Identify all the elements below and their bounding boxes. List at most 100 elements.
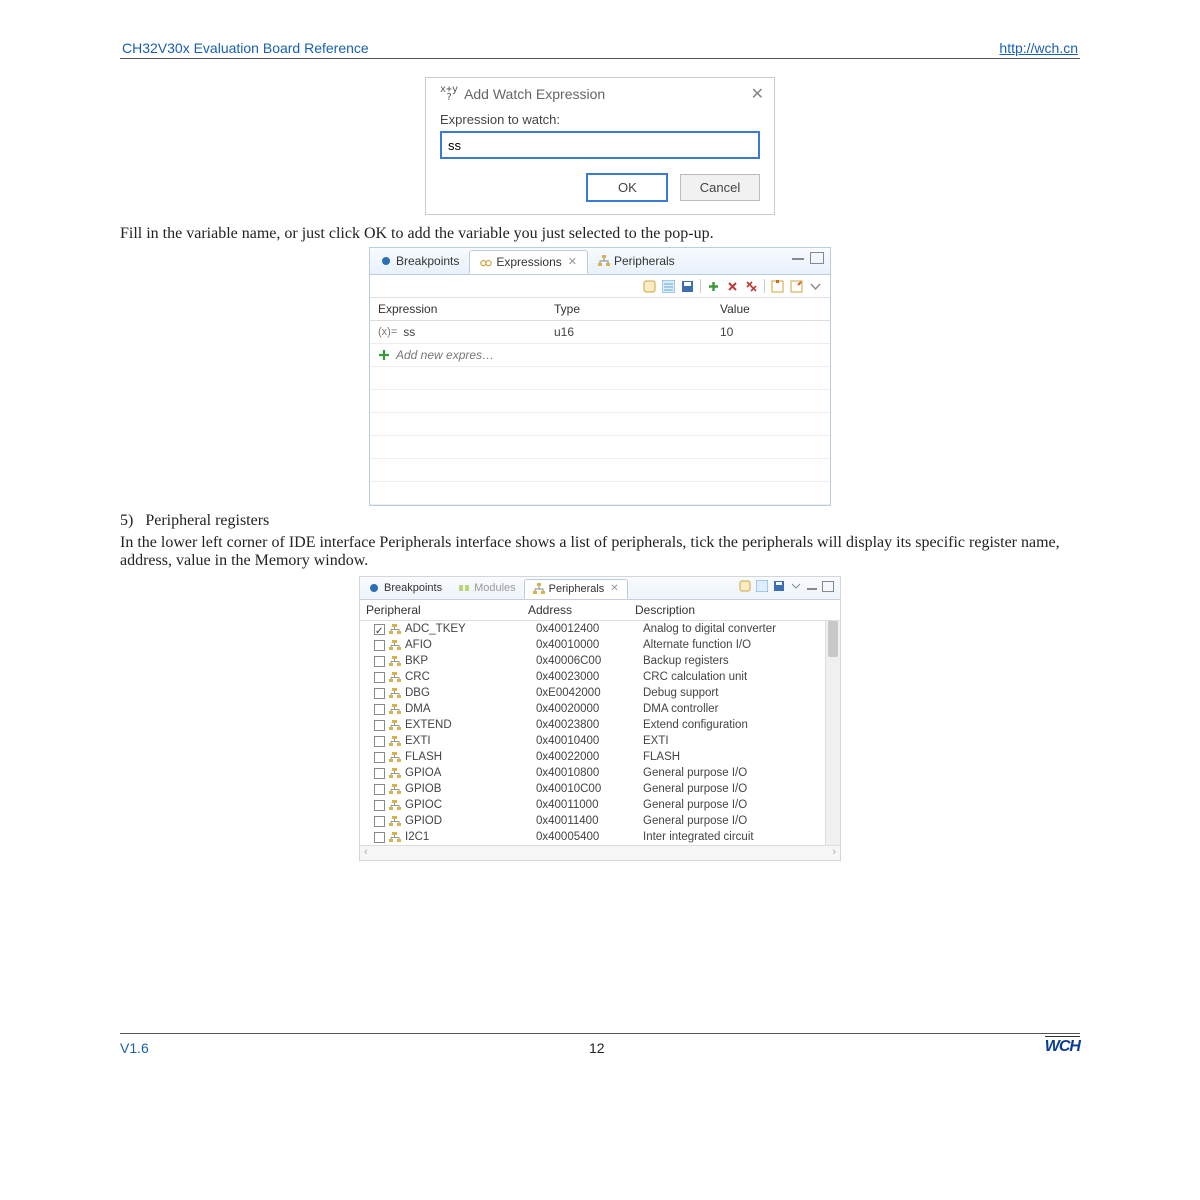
minimize-icon[interactable] bbox=[792, 252, 804, 260]
peripherals-columns: Peripheral Address Description bbox=[360, 600, 840, 621]
peripheral-description: Backup registers bbox=[637, 653, 840, 669]
tree-node-icon bbox=[389, 704, 401, 714]
peripheral-description: CRC calculation unit bbox=[637, 669, 840, 685]
peripheral-row[interactable]: GPIOA0x40010800General purpose I/O bbox=[360, 765, 840, 781]
maximize-icon[interactable] bbox=[810, 252, 824, 264]
save-icon[interactable] bbox=[681, 280, 694, 293]
peripheral-row[interactable]: GPIOD0x40011400General purpose I/O bbox=[360, 813, 840, 829]
peripheral-description: Analog to digital converter bbox=[637, 621, 840, 637]
checkbox[interactable] bbox=[374, 800, 385, 811]
peripheral-row[interactable]: AFIO0x40010000Alternate function I/O bbox=[360, 637, 840, 653]
breakpoints-icon bbox=[380, 255, 392, 267]
checkbox[interactable] bbox=[374, 640, 385, 651]
tab-breakpoints[interactable]: Breakpoints bbox=[370, 250, 469, 272]
checkbox[interactable] bbox=[374, 768, 385, 779]
peripheral-row[interactable]: GPIOC0x40011000General purpose I/O bbox=[360, 797, 840, 813]
checkbox[interactable] bbox=[374, 656, 385, 667]
peripheral-row[interactable]: FLASH0x40022000FLASH bbox=[360, 749, 840, 765]
checkbox[interactable] bbox=[374, 784, 385, 795]
checkbox[interactable] bbox=[374, 832, 385, 843]
expressions-tabs: Breakpoints Expressions ✕ Peripherals bbox=[370, 248, 830, 275]
col-address[interactable]: Address bbox=[522, 600, 629, 620]
ok-button[interactable]: OK bbox=[586, 173, 668, 202]
page-footer: V1.6 12 WCH bbox=[120, 1033, 1080, 1056]
col-value[interactable]: Value bbox=[712, 298, 830, 320]
peripheral-description: DMA controller bbox=[637, 701, 840, 717]
glasses-icon bbox=[480, 256, 492, 268]
peripheral-row[interactable]: GPIOB0x40010C00General purpose I/O bbox=[360, 781, 840, 797]
peripheral-name: DBG bbox=[405, 687, 430, 699]
add-new-expression-row[interactable]: Add new expres… bbox=[370, 344, 830, 367]
tab-breakpoints-2[interactable]: Breakpoints bbox=[360, 579, 450, 597]
tree-node-icon bbox=[389, 688, 401, 698]
peripheral-row[interactable]: DMA0x40020000DMA controller bbox=[360, 701, 840, 717]
col-type[interactable]: Type bbox=[546, 298, 712, 320]
horizontal-scrollbar[interactable]: ‹› bbox=[360, 845, 840, 860]
peripheral-row[interactable]: CRC0x40023000CRC calculation unit bbox=[360, 669, 840, 685]
save-icon[interactable] bbox=[773, 580, 785, 592]
col-peripheral[interactable]: Peripheral bbox=[360, 600, 522, 620]
remove-icon[interactable] bbox=[726, 280, 739, 293]
checkbox[interactable] bbox=[374, 624, 385, 635]
col-description[interactable]: Description bbox=[629, 600, 840, 620]
remove-all-icon[interactable] bbox=[745, 280, 758, 293]
peripheral-name: AFIO bbox=[405, 639, 432, 651]
peripheral-name: ADC_TKEY bbox=[405, 623, 466, 635]
tab-expressions[interactable]: Expressions ✕ bbox=[469, 250, 588, 274]
checkbox[interactable] bbox=[374, 736, 385, 747]
checkbox[interactable] bbox=[374, 720, 385, 731]
view-menu-icon[interactable] bbox=[790, 580, 802, 592]
add-icon bbox=[378, 349, 390, 361]
peripheral-description: General purpose I/O bbox=[637, 813, 840, 829]
minimize-icon[interactable] bbox=[807, 583, 817, 590]
panel-window-controls[interactable] bbox=[792, 252, 824, 264]
maximize-icon[interactable] bbox=[822, 581, 834, 592]
peripheral-name: CRC bbox=[405, 671, 430, 683]
peripheral-row[interactable]: ADC_TKEY0x40012400Analog to digital conv… bbox=[360, 621, 840, 637]
tree-icon bbox=[533, 583, 545, 595]
checkbox[interactable] bbox=[374, 816, 385, 827]
checkbox[interactable] bbox=[374, 752, 385, 763]
expression-icon: x+y ? bbox=[440, 86, 458, 102]
checkbox[interactable] bbox=[374, 688, 385, 699]
collapse-icon[interactable] bbox=[771, 280, 784, 293]
expression-row[interactable]: (x)= ss u16 10 bbox=[370, 321, 830, 344]
tab-peripherals[interactable]: Peripherals bbox=[588, 250, 685, 272]
close-icon[interactable]: ✕ bbox=[751, 84, 764, 104]
doc-link[interactable]: http://wch.cn bbox=[999, 40, 1078, 56]
peripheral-row[interactable]: I2C10x40005400Inter integrated circuit bbox=[360, 829, 840, 845]
brand-logo: WCH bbox=[1045, 1036, 1080, 1056]
peripheral-row[interactable]: EXTI0x40010400EXTI bbox=[360, 733, 840, 749]
expression-value: 10 bbox=[712, 321, 830, 343]
peripheral-description: General purpose I/O bbox=[637, 781, 840, 797]
add-icon[interactable] bbox=[707, 280, 720, 293]
peripheral-description: Extend configuration bbox=[637, 717, 840, 733]
tab-peripherals-2[interactable]: Peripherals ✕ bbox=[524, 579, 628, 599]
scrollbar[interactable] bbox=[825, 621, 840, 845]
tab-modules[interactable]: Modules bbox=[450, 579, 524, 597]
select-icon[interactable] bbox=[662, 280, 675, 293]
close-tab-icon[interactable]: ✕ bbox=[610, 583, 618, 594]
col-expression[interactable]: Expression bbox=[370, 298, 546, 320]
new-watch-icon[interactable] bbox=[739, 580, 751, 592]
peripheral-name: GPIOD bbox=[405, 815, 442, 827]
peripheral-description: Alternate function I/O bbox=[637, 637, 840, 653]
peripheral-row[interactable]: EXTEND0x40023800Extend configuration bbox=[360, 717, 840, 733]
tree-node-icon bbox=[389, 640, 401, 650]
checkbox[interactable] bbox=[374, 704, 385, 715]
expression-input[interactable] bbox=[440, 131, 760, 159]
cancel-button[interactable]: Cancel bbox=[680, 174, 760, 201]
select-icon[interactable] bbox=[756, 580, 768, 592]
checkbox[interactable] bbox=[374, 672, 385, 683]
tree-node-icon bbox=[389, 832, 401, 842]
peripheral-description: FLASH bbox=[637, 749, 840, 765]
view-menu-icon[interactable] bbox=[809, 280, 822, 293]
new-watch-icon[interactable] bbox=[643, 280, 656, 293]
dialog-title: Add Watch Expression bbox=[464, 86, 605, 102]
peripheral-row[interactable]: DBG0xE0042000Debug support bbox=[360, 685, 840, 701]
peripheral-row[interactable]: BKP0x40006C00Backup registers bbox=[360, 653, 840, 669]
peripherals-tabs: Breakpoints Modules Peripherals ✕ bbox=[360, 577, 840, 600]
pin-icon[interactable] bbox=[790, 280, 803, 293]
page-header: CH32V30x Evaluation Board Reference http… bbox=[120, 40, 1080, 59]
close-tab-icon[interactable]: ✕ bbox=[568, 255, 577, 268]
